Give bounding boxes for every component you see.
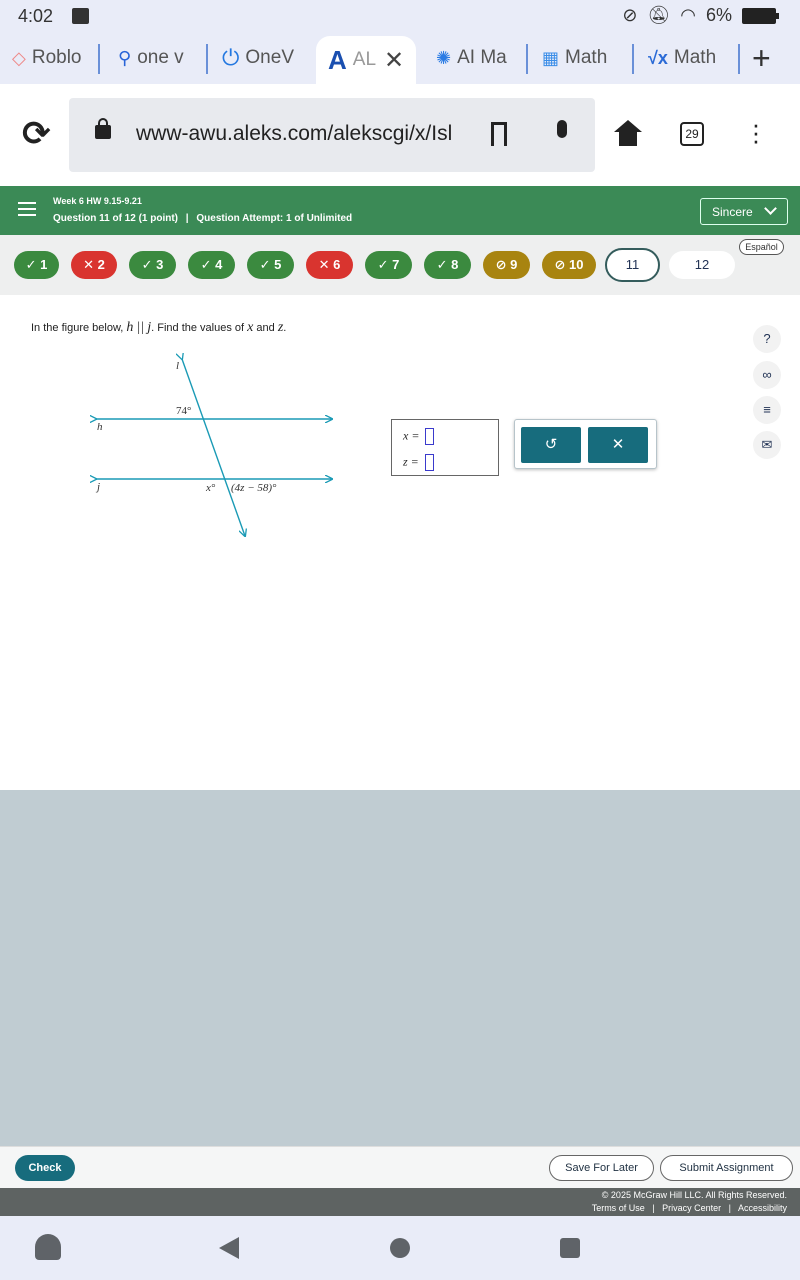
clear-button[interactable]: ✕ <box>588 427 648 463</box>
more-options-icon[interactable]: · · · <box>746 111 766 153</box>
assignment-header: Week 6 HW 9.15-9.21 Question 11 of 12 (1… <box>0 186 800 235</box>
answer-tools: ↺ ✕ <box>514 419 657 469</box>
tab-math-cube[interactable]: ▦ Math <box>542 36 620 80</box>
home-icon[interactable] <box>614 120 642 132</box>
label-h: h <box>97 421 103 433</box>
recents-icon[interactable] <box>560 1238 580 1258</box>
close-icon: ✕ <box>611 436 625 453</box>
tab-aleks-active[interactable]: A AL ✕ <box>316 36 416 84</box>
android-nav-bar <box>0 1216 800 1280</box>
assignment-title: Week 6 HW 9.15-9.21 <box>53 196 142 206</box>
copyright-bar: © 2025 McGraw Hill LLC. All Rights Reser… <box>0 1188 800 1216</box>
undo-button[interactable]: ↺ <box>521 427 581 463</box>
x-input[interactable] <box>425 428 435 445</box>
user-menu-button[interactable]: Sincere <box>700 198 788 225</box>
tab-ai-math[interactable]: ✺ AI Ma <box>436 36 512 80</box>
question-button-12[interactable]: 12 <box>669 251 735 279</box>
search-icon: ⚲ <box>118 47 132 68</box>
mute-icon: 🔕︎ <box>647 5 671 25</box>
answer-row-x: x = <box>403 428 435 445</box>
question-info: Question 11 of 12 (1 point) | Question A… <box>53 213 353 224</box>
save-for-later-button[interactable]: Save For Later <box>549 1155 654 1181</box>
accessibility-link[interactable]: Accessibility <box>738 1203 787 1213</box>
undo-icon: ↺ <box>544 436 558 453</box>
notes-icon[interactable]: ≡ <box>753 396 781 424</box>
sqrt-icon: √x <box>648 47 668 68</box>
help-icon[interactable]: ? <box>753 325 781 353</box>
question-prompt: In the figure below, h || j. Find the va… <box>31 320 287 335</box>
footer-bar: Check Save For Later Submit Assignment <box>0 1146 800 1188</box>
question-button-3[interactable]: ✓ 3 <box>129 251 176 279</box>
question-button-8[interactable]: ✓ 8 <box>424 251 471 279</box>
wifi-icon: ◠ <box>680 5 696 25</box>
status-bar: 4:02 ⊘ 🔕︎ ◠ 6% <box>0 0 800 32</box>
question-button-1[interactable]: ✓ 1 <box>14 251 59 279</box>
gallery-icon <box>72 8 89 24</box>
roblox-icon: ◇ <box>12 47 26 68</box>
question-button-4[interactable]: ✓ 4 <box>188 251 235 279</box>
cube-icon: ▦ <box>542 47 560 68</box>
question-button-6[interactable]: ✕ 6 <box>306 251 353 279</box>
check-button[interactable]: Check <box>15 1155 75 1181</box>
do-not-disturb-icon: ⊘ <box>622 5 638 25</box>
tab-roblox[interactable]: ◇ Roblo <box>12 36 84 80</box>
tab-search[interactable]: ⚲ one v <box>118 36 194 80</box>
espanol-button[interactable]: Español <box>739 239 784 255</box>
back-icon[interactable] <box>219 1237 239 1259</box>
tab-onev[interactable]: ⏻ OneV <box>222 36 302 80</box>
reload-icon[interactable]: ⟳ <box>22 117 51 151</box>
chevron-down-icon <box>764 202 777 215</box>
ai-icon: ✺ <box>436 47 452 68</box>
label-l: l <box>176 360 179 372</box>
new-tab-icon[interactable]: + <box>752 36 786 80</box>
address-bar[interactable]: www-awu.aleks.com/alekscgi/x/Isl <box>69 98 595 172</box>
question-button-5[interactable]: ✓ 5 <box>247 251 294 279</box>
answer-box: x = z = <box>391 419 499 476</box>
label-j: j <box>95 481 100 493</box>
question-button-7[interactable]: ✓ 7 <box>365 251 412 279</box>
browser-toolbar: ⟳ www-awu.aleks.com/alekscgi/x/Isl 29 · ·… <box>0 84 800 186</box>
power-icon: ⏻ <box>222 45 240 70</box>
angle-x: x° <box>205 482 216 494</box>
accessibility-icon[interactable] <box>35 1234 61 1260</box>
close-tab-icon[interactable]: ✕ <box>384 46 404 75</box>
privacy-link[interactable]: Privacy Center <box>662 1203 721 1213</box>
battery-text: 6% <box>705 5 732 25</box>
line-l <box>182 359 245 536</box>
battery-icon <box>742 7 779 24</box>
empty-area <box>0 790 800 1146</box>
answer-row-z: z = <box>403 454 434 471</box>
question-area: In the figure below, h || j. Find the va… <box>0 295 800 790</box>
question-navigator: ✓ 1 ✕ 2 ✓ 3 ✓ 4 ✓ 5 ✕ 6 ✓ 7 ✓ 8 ⊘ 9 ⊘ 10… <box>0 235 800 295</box>
tab-count-button[interactable]: 29 <box>680 122 704 146</box>
terms-link[interactable]: Terms of Use <box>592 1203 645 1213</box>
question-button-2[interactable]: ✕ 2 <box>71 251 117 279</box>
lock-icon <box>95 118 111 139</box>
copyright-text: © 2025 McGraw Hill LLC. All Rights Reser… <box>601 1190 787 1200</box>
status-time: 4:02 <box>18 6 54 26</box>
parallel-lines-figure: l h j 74° x° (4z − 58)° <box>90 353 350 543</box>
url-text[interactable]: www-awu.aleks.com/alekscgi/x/Isl <box>136 122 452 146</box>
mail-icon[interactable]: ✉ <box>753 431 781 459</box>
submit-assignment-button[interactable]: Submit Assignment <box>660 1155 793 1181</box>
browser-tab-strip: ◇ Roblo ⚲ one v ⏻ OneV A AL ✕ ✺ AI Ma ▦ … <box>0 32 800 84</box>
angle-z-expression: (4z − 58)° <box>231 482 277 494</box>
question-button-9[interactable]: ⊘ 9 <box>483 251 530 279</box>
tab-math-sqrt[interactable]: √x Math <box>648 36 726 80</box>
question-button-11-current[interactable]: 11 <box>605 248 660 282</box>
home-nav-icon[interactable] <box>390 1238 410 1258</box>
glasses-icon[interactable]: ∞ <box>753 361 781 389</box>
menu-icon[interactable] <box>18 202 36 216</box>
question-button-10[interactable]: ⊘ 10 <box>542 251 596 279</box>
bookmark-icon[interactable] <box>491 122 507 146</box>
aleks-icon: A <box>328 44 347 75</box>
z-input[interactable] <box>424 454 434 471</box>
angle-74: 74° <box>176 405 191 417</box>
microphone-icon[interactable] <box>557 120 567 138</box>
